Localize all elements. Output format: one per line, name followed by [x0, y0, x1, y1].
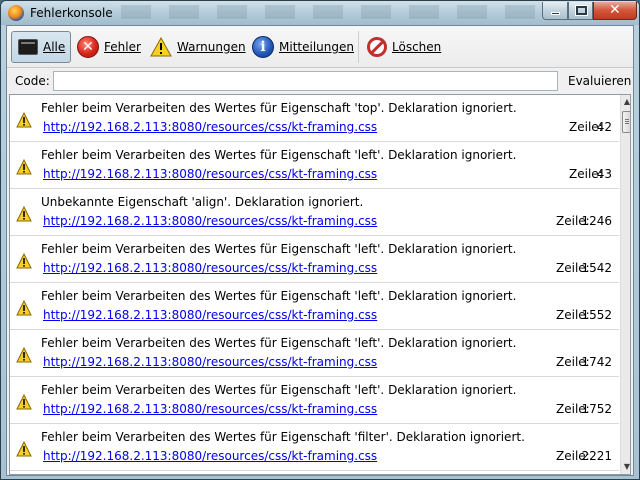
source-link[interactable]: http://192.168.2.113:8080/resources/css/… [43, 167, 377, 181]
close-icon: ✕ [609, 2, 621, 18]
warning-icon [16, 159, 32, 175]
filter-messages-button[interactable]: i Mitteilungen [252, 31, 354, 63]
message-text: Fehler beim Verarbeiten des Wertes für E… [41, 383, 517, 397]
message-text: Fehler beim Verarbeiten des Wertes für E… [41, 289, 517, 303]
scroll-down-icon[interactable]: ▼ [621, 460, 630, 474]
line-number: 1246 [581, 214, 612, 228]
list-item[interactable]: Fehler beim Verarbeiten des Wertes für E… [10, 283, 619, 330]
line-number: 1752 [581, 402, 612, 416]
filter-messages-label: Mitteilungen [279, 40, 354, 54]
message-text: Fehler beim Verarbeiten des Wertes für E… [41, 242, 517, 256]
minimize-icon [551, 12, 560, 15]
list-item[interactable]: Fehler beim Verarbeiten des Wertes für E… [10, 142, 619, 189]
minimize-button[interactable] [542, 2, 568, 20]
scroll-thumb[interactable] [622, 111, 630, 133]
console-message-list[interactable]: Fehler beim Verarbeiten des Wertes für E… [9, 94, 631, 475]
line-number: 1552 [581, 308, 612, 322]
console-icon [18, 39, 38, 55]
source-link[interactable]: http://192.168.2.113:8080/resources/css/… [43, 449, 377, 463]
message-text: Fehler beim Verarbeiten des Wertes für E… [41, 336, 517, 350]
filter-errors-label: Fehler [104, 40, 141, 54]
source-link[interactable]: http://192.168.2.113:8080/resources/css/… [43, 355, 377, 369]
warning-icon [150, 37, 172, 57]
message-text: Fehler beim Verarbeiten des Wertes für E… [41, 430, 525, 444]
line-number: 42 [596, 120, 612, 134]
source-link[interactable]: http://192.168.2.113:8080/resources/css/… [43, 120, 377, 134]
warning-icon [16, 112, 32, 128]
list-item[interactable]: Fehler beim Verarbeiten des Wertes für E… [10, 95, 619, 142]
code-label: Code: [15, 74, 50, 88]
clear-label: Löschen [392, 40, 442, 54]
source-link[interactable]: http://192.168.2.113:8080/resources/css/… [43, 308, 377, 322]
source-link[interactable]: http://192.168.2.113:8080/resources/css/… [43, 402, 377, 416]
error-console-window: Fehlerkonsole ✕ Alle ✕ Fehler Warnungen [0, 0, 640, 480]
filter-all-label: Alle [43, 40, 66, 54]
clear-icon [367, 37, 387, 57]
vertical-scrollbar[interactable]: ▲ ▼ [620, 95, 630, 474]
warning-icon [16, 253, 32, 269]
warning-icon [16, 394, 32, 410]
warning-icon [16, 441, 32, 457]
line-number: 2221 [581, 449, 612, 463]
maximize-button[interactable] [568, 2, 593, 20]
filter-warnings-label: Warnungen [177, 40, 246, 54]
toolbar-separator [358, 31, 359, 63]
list-item[interactable]: Fehler beim Verarbeiten des Wertes für E… [10, 424, 619, 471]
evaluate-button[interactable]: Evaluieren [568, 74, 631, 88]
window-title: Fehlerkonsole [30, 6, 113, 20]
filter-warnings-button[interactable]: Warnungen [150, 31, 246, 63]
error-icon: ✕ [77, 36, 99, 58]
list-item[interactable]: Fehler beim Verarbeiten des Wertes für E… [10, 236, 619, 283]
message-text: Fehler beim Verarbeiten des Wertes für E… [41, 148, 517, 162]
code-row: Code: Evaluieren [7, 69, 633, 93]
list-item[interactable]: Unbekannte Eigenschaft 'align'. Deklarat… [10, 189, 619, 236]
clear-button[interactable]: Löschen [367, 31, 441, 63]
console-client-area: Alle ✕ Fehler Warnungen i Mitteilungen L… [6, 25, 634, 476]
close-button[interactable]: ✕ [593, 2, 637, 20]
title-bar-glass [121, 5, 541, 19]
source-link[interactable]: http://192.168.2.113:8080/resources/css/… [43, 214, 377, 228]
line-number: 1542 [581, 261, 612, 275]
toolbar: Alle ✕ Fehler Warnungen i Mitteilungen L… [7, 26, 633, 68]
message-text: Unbekannte Eigenschaft 'align'. Deklarat… [41, 195, 364, 209]
info-icon: i [252, 36, 274, 58]
list-item[interactable]: Fehler beim Verarbeiten des Wertes für E… [10, 330, 619, 377]
filter-errors-button[interactable]: ✕ Fehler [77, 31, 141, 63]
source-link[interactable]: http://192.168.2.113:8080/resources/css/… [43, 261, 377, 275]
message-text: Fehler beim Verarbeiten des Wertes für E… [41, 101, 517, 115]
title-bar[interactable]: Fehlerkonsole ✕ [1, 1, 639, 25]
warning-icon [16, 300, 32, 316]
filter-all-button[interactable]: Alle [11, 31, 71, 63]
maximize-icon [575, 5, 588, 16]
warning-icon [16, 347, 32, 363]
code-input[interactable] [53, 71, 558, 91]
list-item[interactable]: Fehler beim Verarbeiten des Wertes für E… [10, 377, 619, 424]
line-number: 43 [596, 167, 612, 181]
scroll-up-icon[interactable]: ▲ [621, 95, 630, 109]
line-number: 1742 [581, 355, 612, 369]
firefox-icon [8, 5, 24, 21]
warning-icon [16, 206, 32, 222]
